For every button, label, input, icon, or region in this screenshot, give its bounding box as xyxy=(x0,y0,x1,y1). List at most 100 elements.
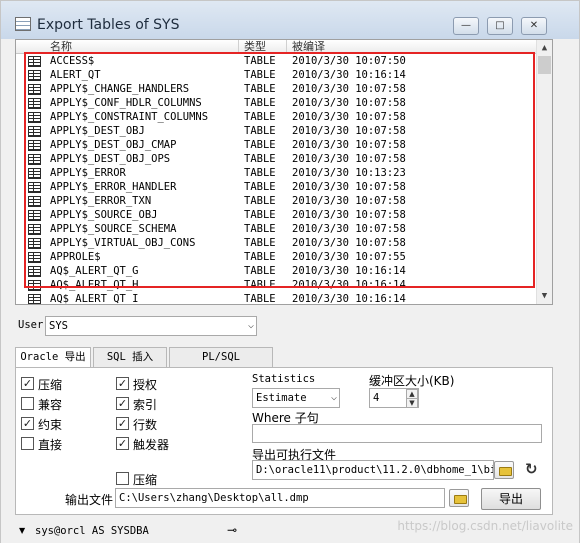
constraints-checkbox[interactable] xyxy=(21,417,34,430)
table-row[interactable]: AQ$_ALERT_QT_H TABLE 2010/3/30 10:16:14 xyxy=(16,278,538,292)
spin-down-icon[interactable]: ▼ xyxy=(406,398,418,408)
grants-checkbox[interactable] xyxy=(116,377,129,390)
minimize-button[interactable]: — xyxy=(453,17,479,35)
window-title: Export Tables of SYS xyxy=(37,17,180,33)
column-header-date[interactable]: 被编译 xyxy=(292,40,325,54)
buffer-size-label: 缓冲区大小(KB) xyxy=(369,374,455,388)
column-header-name[interactable]: 名称 xyxy=(50,40,72,54)
table-date: 2010/3/30 10:07:58 xyxy=(292,181,406,193)
table-name: ALERT_QT xyxy=(50,69,101,81)
table-row[interactable]: APPLY$_CONF_HDLR_COLUMNS TABLE 2010/3/30 1… xyxy=(16,96,538,110)
compress-label: 压缩 xyxy=(38,378,63,392)
session-status: sys@orcl AS SYSDBA xyxy=(35,525,149,537)
table-type: TABLE xyxy=(244,55,276,67)
table-date: 2010/3/30 10:16:14 xyxy=(292,279,406,291)
export-tables-window: Export Tables of SYS — □ ✕ 名称 类型 被编译 ACC… xyxy=(0,0,580,543)
output-file-input[interactable]: C:\Users\zhang\Desktop\all.dmp xyxy=(115,488,445,508)
table-row[interactable]: APPLY$_SOURCE_SCHEMA TABLE 2010/3/30 10:07… xyxy=(16,222,538,236)
close-button[interactable]: ✕ xyxy=(521,17,547,35)
table-name: AQ$_ALERT_QT_G xyxy=(50,265,139,277)
scroll-down-arrow-icon[interactable]: ▼ xyxy=(537,288,552,304)
table-row[interactable]: APPLY$_DEST_OBJ_OPS TABLE 2010/3/30 10:07:… xyxy=(16,152,538,166)
triggers-checkbox[interactable] xyxy=(116,437,129,450)
scroll-up-arrow-icon[interactable]: ▲ xyxy=(537,40,552,56)
where-clause-input[interactable] xyxy=(252,424,542,443)
table-type: TABLE xyxy=(244,139,276,151)
export-button[interactable]: 导出 xyxy=(481,488,541,510)
table-icon xyxy=(28,238,41,249)
table-type: TABLE xyxy=(244,265,276,277)
table-type: TABLE xyxy=(244,195,276,207)
table-name: APPLY$_VIRTUAL_OBJ_CONS xyxy=(50,237,196,249)
compress-checkbox[interactable] xyxy=(21,377,34,390)
table-date: 2010/3/30 10:16:14 xyxy=(292,265,406,277)
tab-oracle-export[interactable]: Oracle 导出 xyxy=(15,347,91,368)
table-date: 2010/3/30 10:07:50 xyxy=(292,55,406,67)
table-row[interactable]: ALERT_QT TABLE 2010/3/30 10:16:14 xyxy=(16,68,538,82)
column-separator[interactable] xyxy=(286,40,287,54)
table-date: 2010/3/30 10:07:58 xyxy=(292,195,406,207)
table-row[interactable]: APPLY$_ERROR_TXN TABLE 2010/3/30 10:07:58 xyxy=(16,194,538,208)
table-row[interactable]: AQ$_ALERT_QT_G TABLE 2010/3/30 10:16:14 xyxy=(16,264,538,278)
table-type: TABLE xyxy=(244,251,276,263)
table-row[interactable]: APPROLE$ TABLE 2010/3/30 10:07:55 xyxy=(16,250,538,264)
column-header-type[interactable]: 类型 xyxy=(244,40,266,54)
table-name: APPROLE$ xyxy=(50,251,101,263)
table-name: APPLY$_CONSTRAINT_COLUMNS xyxy=(50,111,209,123)
tables-vertical-scrollbar[interactable]: ▲ ▼ xyxy=(536,40,552,304)
table-date: 2010/3/30 10:13:23 xyxy=(292,167,406,179)
table-name: APPLY$_DEST_OBJ_CMAP xyxy=(50,139,177,151)
table-row[interactable]: APPLY$_ERROR TABLE 2010/3/30 10:13:23 xyxy=(16,166,538,180)
table-row[interactable]: ACCESS$ TABLE 2010/3/30 10:07:50 xyxy=(16,54,538,68)
table-type: TABLE xyxy=(244,125,276,137)
table-name: AQ$_ALERT_QT_I xyxy=(50,293,139,304)
user-select-value: SYS xyxy=(49,320,68,332)
rows-checkbox[interactable] xyxy=(116,417,129,430)
statistics-select[interactable]: Estimate ⌵ xyxy=(252,388,340,408)
table-row[interactable]: AQ$_ALERT_QT_I TABLE 2010/3/30 10:16:14 xyxy=(16,292,538,304)
table-row[interactable]: APPLY$_SOURCE_OBJ TABLE 2010/3/30 10:07:58 xyxy=(16,208,538,222)
table-name: APPLY$_ERROR_HANDLER xyxy=(50,181,177,193)
output-file-label: 输出文件 xyxy=(65,493,114,507)
direct-checkbox[interactable] xyxy=(21,437,34,450)
table-app-icon xyxy=(15,17,31,31)
table-icon xyxy=(28,112,41,123)
tab-plsql-developer[interactable]: PL/SQL Developer xyxy=(169,347,273,381)
scrollbar-thumb[interactable] xyxy=(538,56,551,74)
pin-icon[interactable]: ⊸ xyxy=(227,523,237,537)
table-row[interactable]: APPLY$_CHANGE_HANDLERS TABLE 2010/3/30 10:… xyxy=(16,82,538,96)
user-select[interactable]: SYS ⌵ xyxy=(45,316,257,336)
column-separator[interactable] xyxy=(238,40,239,54)
refresh-icon[interactable]: ↻ xyxy=(525,460,538,478)
table-icon xyxy=(28,280,41,291)
folder-open-icon[interactable] xyxy=(449,489,469,507)
table-type: TABLE xyxy=(244,111,276,123)
status-dropdown-icon[interactable]: ▼ xyxy=(19,526,25,535)
table-row[interactable]: APPLY$_CONSTRAINT_COLUMNS TABLE 2010/3/30 … xyxy=(16,110,538,124)
table-date: 2010/3/30 10:16:14 xyxy=(292,293,406,304)
table-icon xyxy=(28,210,41,221)
chevron-down-icon[interactable]: ⌵ xyxy=(248,317,254,335)
table-icon xyxy=(28,98,41,109)
table-row[interactable]: APPLY$_VIRTUAL_OBJ_CONS TABLE 2010/3/30 10… xyxy=(16,236,538,250)
tables-list-header: 名称 类型 被编译 xyxy=(16,40,538,54)
compatible-checkbox[interactable] xyxy=(21,397,34,410)
table-date: 2010/3/30 10:07:58 xyxy=(292,111,406,123)
constraints-label: 约束 xyxy=(38,418,63,432)
table-type: TABLE xyxy=(244,97,276,109)
table-type: TABLE xyxy=(244,167,276,179)
folder-open-icon[interactable] xyxy=(494,461,514,479)
executable-path-input[interactable]: D:\oracle11\product\11.2.0\dbhome_1\bin\ xyxy=(252,460,494,480)
compress-secondary-checkbox[interactable] xyxy=(116,472,129,485)
table-row[interactable]: APPLY$_ERROR_HANDLER TABLE 2010/3/30 10:07… xyxy=(16,180,538,194)
table-type: TABLE xyxy=(244,279,276,291)
table-row[interactable]: APPLY$_DEST_OBJ TABLE 2010/3/30 10:07:58 xyxy=(16,124,538,138)
table-row[interactable]: APPLY$_DEST_OBJ_CMAP TABLE 2010/3/30 10:07… xyxy=(16,138,538,152)
table-type: TABLE xyxy=(244,223,276,235)
chevron-down-icon[interactable]: ⌵ xyxy=(331,389,337,407)
restore-button[interactable]: □ xyxy=(487,17,513,35)
tab-sql-insert[interactable]: SQL 插入 xyxy=(93,347,167,367)
grants-label: 授权 xyxy=(133,378,158,392)
table-date: 2010/3/30 10:07:58 xyxy=(292,209,406,221)
indexes-checkbox[interactable] xyxy=(116,397,129,410)
